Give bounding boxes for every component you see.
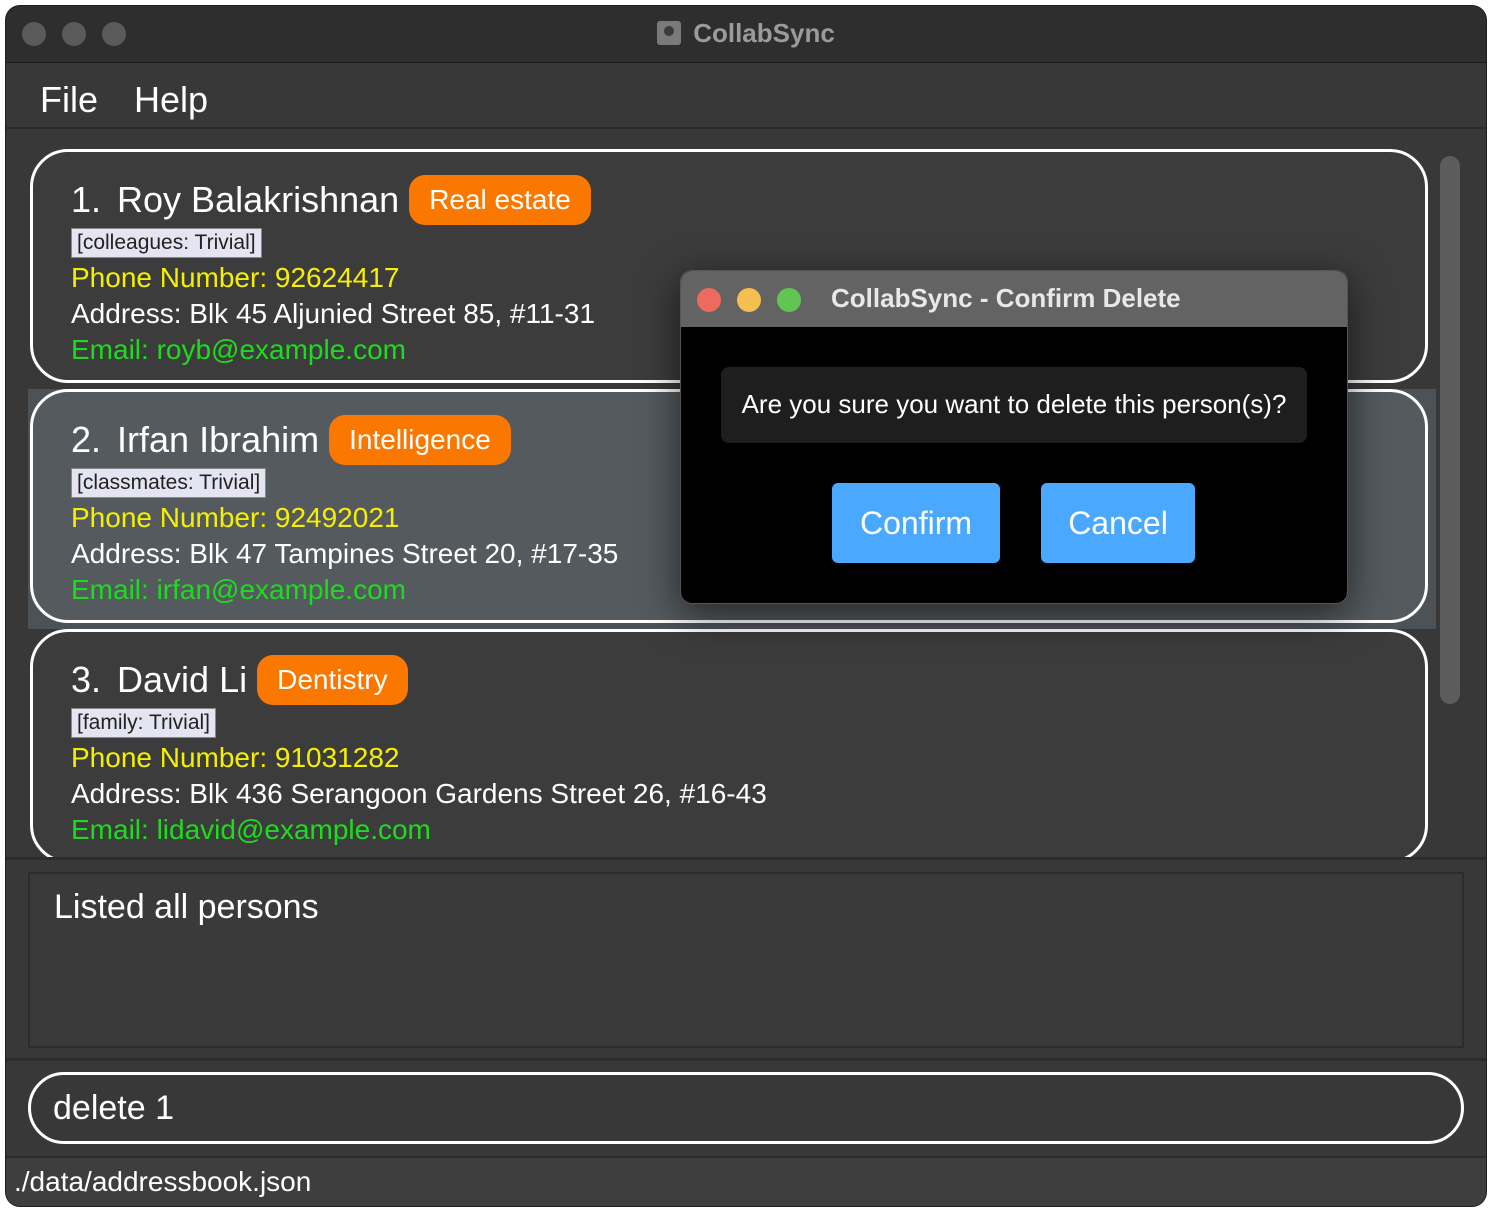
- dialog-title: CollabSync - Confirm Delete: [831, 283, 1181, 313]
- dialog-close-button[interactable]: [697, 288, 721, 312]
- person-tag: [classmates: Trivial]: [71, 468, 267, 498]
- person-name: Irfan Ibrahim: [117, 419, 320, 460]
- person-badge: Real estate: [409, 175, 591, 225]
- person-phone: Phone Number: 92492021: [71, 502, 400, 533]
- menu-file[interactable]: File: [40, 79, 98, 121]
- person-badge: Intelligence: [329, 415, 511, 465]
- command-input-value[interactable]: delete 1: [53, 1089, 174, 1128]
- menu-bar: File Help: [6, 63, 1486, 129]
- person-card[interactable]: 3. David Li Dentistry [family: Trivial] …: [30, 629, 1428, 857]
- dialog-message: Are you sure you want to delete this per…: [741, 389, 1287, 419]
- status-bar: ./data/addressbook.json: [6, 1156, 1486, 1206]
- list-scrollbar[interactable]: [1440, 156, 1460, 704]
- person-index: 1.: [71, 179, 102, 220]
- dialog-maximize-button[interactable]: [777, 288, 801, 312]
- person-name: Roy Balakrishnan: [117, 179, 400, 220]
- person-address: Address: Blk 47 Tampines Street 20, #17-…: [71, 538, 619, 569]
- dialog-title-bar: CollabSync - Confirm Delete: [681, 271, 1347, 327]
- person-index: 2.: [71, 419, 102, 460]
- cancel-button[interactable]: Cancel: [1041, 483, 1195, 563]
- window-title: CollabSync: [6, 18, 1486, 49]
- menu-help[interactable]: Help: [134, 79, 208, 121]
- person-phone: Phone Number: 92624417: [71, 262, 400, 293]
- person-address: Address: Blk 436 Serangoon Gardens Stree…: [71, 778, 767, 809]
- person-email: Email: royb@example.com: [71, 334, 406, 365]
- divider: [6, 857, 1486, 860]
- person-index: 3.: [71, 659, 102, 700]
- divider: [6, 1058, 1486, 1061]
- command-input[interactable]: delete 1: [28, 1072, 1464, 1144]
- result-text: Listed all persons: [54, 888, 319, 926]
- person-name: David Li: [117, 659, 248, 700]
- title-bar: CollabSync: [6, 6, 1486, 63]
- result-display: Listed all persons: [28, 872, 1464, 1048]
- status-bar-path: ./data/addressbook.json: [14, 1166, 312, 1197]
- person-email: Email: lidavid@example.com: [71, 814, 431, 845]
- person-email: Email: irfan@example.com: [71, 574, 406, 605]
- dialog-message-box: Are you sure you want to delete this per…: [721, 367, 1307, 443]
- contact-book-icon: [657, 21, 682, 45]
- person-badge: Dentistry: [257, 655, 408, 705]
- person-address: Address: Blk 45 Aljunied Street 85, #11-…: [71, 298, 596, 329]
- window-title-text: CollabSync: [693, 18, 835, 48]
- person-phone: Phone Number: 91031282: [71, 742, 400, 773]
- confirm-button[interactable]: Confirm: [832, 483, 1000, 563]
- person-tag: [colleagues: Trivial]: [71, 228, 262, 258]
- confirm-delete-dialog: CollabSync - Confirm Delete Are you sure…: [680, 270, 1348, 604]
- person-name-line: 2. Irfan Ibrahim Intelligence: [71, 410, 511, 470]
- app-window: CollabSync File Help 1. Roy Balakrishnan…: [6, 6, 1486, 1206]
- person-name-line: 1. Roy Balakrishnan Real estate: [71, 170, 591, 230]
- dialog-minimize-button[interactable]: [737, 288, 761, 312]
- person-name-line: 3. David Li Dentistry: [71, 650, 408, 710]
- person-tag: [family: Trivial]: [71, 708, 217, 738]
